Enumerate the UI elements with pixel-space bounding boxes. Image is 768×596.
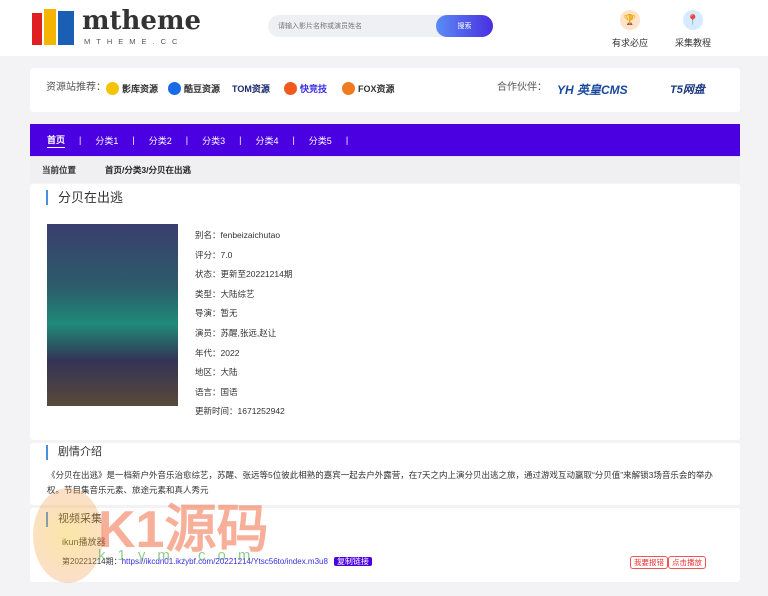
info-row: 导演：暂无 <box>195 304 292 324</box>
section-title: 视频采集 <box>46 512 102 527</box>
search-bar: 搜索 <box>268 15 493 37</box>
info-row: 状态：更新至20221214期 <box>195 265 292 285</box>
breadcrumb-label: 当前位置 <box>41 165 76 175</box>
info-list: 别名：fenbeizaichutao 评分：7.0 状态：更新至20221214期类… <box>195 226 292 422</box>
logo-subtitle: MTHEME.CC <box>84 37 184 46</box>
info-row: 别名：fenbeizaichutao <box>195 226 292 246</box>
info-value: 大陆综艺 <box>220 288 255 299</box>
breadcrumb: 当前位置 首页/分类3/分贝在出逃 <box>30 156 740 183</box>
nav-item-category5[interactable]: 分类5 <box>309 134 332 147</box>
poster-image[interactable] <box>47 224 178 406</box>
info-value: 7.0 <box>220 249 233 260</box>
info-value: 更新至20221214期 <box>220 269 293 280</box>
header-link-tutorial[interactable]: 📍 采集教程 <box>663 10 723 49</box>
info-key: 年代： <box>195 347 221 358</box>
partner-link[interactable]: YH 英皇CMS <box>557 81 628 98</box>
info-key: 更新时间： <box>195 406 238 417</box>
site-link[interactable]: 影库资源 <box>106 82 158 95</box>
info-row: 演员：苏醒,张远,赵让 <box>195 324 292 344</box>
copy-link-button[interactable]: 复制链接 <box>333 557 372 566</box>
info-row: 年代：2022 <box>195 344 292 364</box>
plot-text: 《分贝在出逃》是一档新户外音乐治愈综艺，苏醒、张远等5位彼此相熟的嘉宾一起去户外… <box>47 470 713 495</box>
nav-item-home[interactable]: 首页 <box>47 133 66 148</box>
nav-item-category2[interactable]: 分类2 <box>149 134 172 147</box>
site-link[interactable]: TOM资源 <box>232 82 270 95</box>
info-value: 国语 <box>220 386 238 397</box>
info-key: 地区： <box>195 367 221 378</box>
site-link[interactable]: FOX资源 <box>342 82 395 95</box>
info-row: 地区：大陆 <box>195 363 292 383</box>
site-logo-icon <box>106 82 119 95</box>
recommend-bar: 资源站推荐： 影库资源 酷豆资源 TOM资源 快竞技 FOX资源 合作伙伴： Y… <box>30 68 740 112</box>
info-value: 2022 <box>220 347 240 358</box>
location-icon: 📍 <box>683 10 703 30</box>
info-key: 类型： <box>195 288 221 299</box>
logo-text[interactable]: mtheme <box>82 6 201 36</box>
site-link[interactable]: 快竞技 <box>284 82 327 95</box>
video-section: 视频采集 ikun播放器 第20221214期：https://ikcdn01.… <box>30 508 740 582</box>
info-row: 语言：国语 <box>195 383 292 403</box>
section-title: 剧情介绍 <box>46 445 102 460</box>
page-title: 分贝在出逃 <box>46 190 123 205</box>
info-value: fenbeizaichutao <box>220 230 281 240</box>
info-key: 评分： <box>195 249 221 260</box>
trophy-icon: 🏆 <box>620 10 640 30</box>
search-button[interactable]: 搜索 <box>436 15 493 37</box>
site-logo-icon <box>284 82 297 95</box>
search-input[interactable] <box>268 15 428 37</box>
site-logo-icon <box>168 82 181 95</box>
info-key: 别名： <box>195 230 221 240</box>
main-nav: 首页 | 分类1 | 分类2 | 分类3 | 分类4 | 分类5 | <box>30 124 740 156</box>
nav-item-category4[interactable]: 分类4 <box>255 134 278 147</box>
nav-item-category1[interactable]: 分类1 <box>95 134 118 147</box>
info-key: 状态： <box>195 269 221 280</box>
plot-section: 剧情介绍 《分贝在出逃》是一档新户外音乐治愈综艺，苏醒、张远等5位彼此相熟的嘉宾… <box>30 443 740 505</box>
info-row: 更新时间：1671252942 <box>195 402 292 422</box>
recommend-label: 资源站推荐： <box>46 82 106 93</box>
breadcrumb-path[interactable]: 首页/分类3/分贝在出逃 <box>105 157 191 183</box>
header-link-label: 有求必应 <box>611 38 648 48</box>
info-key: 演员： <box>195 327 221 338</box>
player-name: ikun播放器 <box>62 537 106 547</box>
site-link[interactable]: 酷豆资源 <box>168 82 220 95</box>
play-button[interactable]: 点击播放 <box>668 556 706 569</box>
episode-label: 第20221214期： <box>62 557 122 566</box>
info-value: 1671252942 <box>237 406 285 417</box>
info-value: 苏醒,张远,赵让 <box>220 327 277 338</box>
partner-label: 合作伙伴： <box>497 82 547 93</box>
info-key: 导演： <box>195 308 221 319</box>
info-key: 语言： <box>195 386 221 397</box>
partner-link[interactable]: T5网盘 <box>670 81 705 97</box>
header-link-label: 采集教程 <box>674 38 711 48</box>
episode-url[interactable]: https://ikcdn01.ikzybf.com/20221214/Ytsc… <box>122 557 328 566</box>
info-value: 大陆 <box>220 367 238 378</box>
info-row: 评分：7.0 <box>195 246 292 266</box>
info-row: 类型：大陆综艺 <box>195 285 292 305</box>
report-error-button[interactable]: 我要报错 <box>630 556 668 569</box>
header-link-request[interactable]: 🏆 有求必应 <box>600 10 660 49</box>
site-logo-icon <box>342 82 355 95</box>
logo-icon[interactable] <box>32 9 76 45</box>
nav-item-category3[interactable]: 分类3 <box>202 134 225 147</box>
episode-row: 第20221214期：https://ikcdn01.ikzybf.com/20… <box>62 556 372 567</box>
header: mtheme MTHEME.CC 搜索 🏆 有求必应 📍 采集教程 <box>0 0 768 56</box>
info-value: 暂无 <box>220 308 238 319</box>
